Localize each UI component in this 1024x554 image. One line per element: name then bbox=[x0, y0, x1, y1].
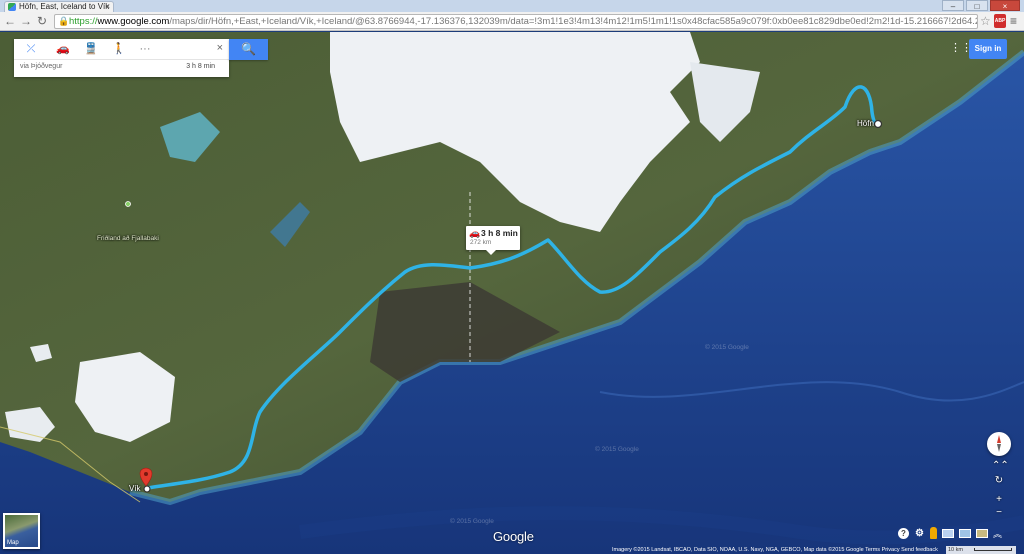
route-icon[interactable]: ⤫ bbox=[20, 42, 42, 57]
more-icon[interactable]: ··· bbox=[134, 42, 156, 57]
route-summary[interactable]: via Þjóðvegur bbox=[20, 63, 62, 70]
window-close-button[interactable]: × bbox=[990, 0, 1020, 11]
google-logo: Google bbox=[493, 529, 534, 544]
tab-title: Höfn, East, Iceland to Vík bbox=[19, 2, 110, 11]
url-host: www.google.com bbox=[97, 16, 170, 27]
vik-label[interactable]: Vík bbox=[129, 484, 141, 493]
adblock-badge-icon[interactable]: ABP bbox=[994, 14, 1006, 28]
expand-icon[interactable]: ︽ bbox=[993, 527, 1002, 540]
tab-bar: Höfn, East, Iceland to Vík × – □ × bbox=[0, 0, 1024, 12]
map-watermark: © 2015 Google bbox=[595, 446, 639, 453]
window-controls: – □ × bbox=[942, 0, 1020, 11]
travel-mode-bar: ⤫ 🚗 🚆 🚶 ··· × bbox=[14, 39, 229, 60]
attribution-text[interactable]: Imagery ©2015 Landsat, IBCAO, Data SIO, … bbox=[612, 546, 938, 554]
route-via: via Þjóðvegur bbox=[20, 63, 63, 70]
tab-close-icon[interactable]: × bbox=[105, 2, 110, 12]
directions-panel: ⤫ 🚗 🚆 🚶 ··· × via Þjóðvegur 3 h 8 min bbox=[14, 39, 229, 77]
settings-icon[interactable]: ⚙ bbox=[914, 528, 925, 539]
walk-icon[interactable]: 🚶 bbox=[108, 42, 130, 57]
browser-toolbar: ← → ↻ 🔒 https://www.google.com/maps/dir/… bbox=[0, 12, 1024, 31]
map-type-toggle[interactable]: Map bbox=[3, 513, 40, 549]
reload-button[interactable]: ↻ bbox=[35, 14, 49, 28]
apps-grid-icon[interactable]: ⋮⋮⋮ bbox=[950, 42, 983, 54]
map-watermark: © 2015 Google bbox=[705, 344, 749, 351]
address-bar[interactable]: 🔒 https://www.google.com/maps/dir/Höfn,+… bbox=[54, 14, 978, 29]
zoom-out-button[interactable]: − bbox=[992, 506, 1006, 520]
pegman-icon[interactable] bbox=[930, 527, 937, 539]
car-icon[interactable]: 🚗 bbox=[52, 42, 74, 57]
minimize-button[interactable]: – bbox=[942, 0, 964, 11]
help-icon[interactable]: ? bbox=[898, 527, 909, 539]
forward-button[interactable]: → bbox=[19, 14, 33, 28]
lock-icon: 🔒 bbox=[58, 16, 70, 26]
browser-menu-icon[interactable]: ≡ bbox=[1010, 14, 1017, 28]
hofn-label[interactable]: Höfn bbox=[857, 119, 874, 128]
maps-favicon-icon bbox=[8, 3, 16, 11]
car-icon: 🚗 bbox=[469, 228, 481, 238]
browser-tab[interactable]: Höfn, East, Iceland to Vík × bbox=[4, 1, 114, 12]
close-directions-icon[interactable]: × bbox=[217, 42, 223, 54]
scale-label: 10 km bbox=[948, 547, 963, 553]
hofn-marker bbox=[873, 119, 883, 129]
route-time: 3 h 8 min bbox=[186, 63, 215, 70]
imagery-thumb[interactable] bbox=[942, 528, 954, 538]
route-duration: 3 h 8 min bbox=[481, 228, 518, 238]
sign-in-button[interactable]: Sign in bbox=[969, 39, 1007, 59]
bookmark-star-icon[interactable]: ☆ bbox=[980, 14, 991, 28]
maximize-button[interactable]: □ bbox=[966, 0, 988, 11]
url-path: /maps/dir/Höfn,+East,+Iceland/Vík,+Icela… bbox=[169, 16, 978, 27]
imagery-thumb[interactable] bbox=[959, 528, 971, 538]
back-button[interactable]: ← bbox=[3, 14, 17, 28]
transit-icon[interactable]: 🚆 bbox=[80, 42, 102, 57]
map-footer: Imagery ©2015 Landsat, IBCAO, Data SIO, … bbox=[0, 546, 1024, 554]
url-scheme: https:// bbox=[69, 16, 98, 27]
satellite-map[interactable]: Höfn Vík Friðland að Fjallabaki 🚗 3 h 8 … bbox=[0, 32, 1024, 554]
compass-icon[interactable] bbox=[987, 432, 1011, 456]
zoom-in-button[interactable]: + bbox=[992, 493, 1006, 507]
map-terrain bbox=[0, 32, 1024, 554]
bottom-controls: ? ⚙ ︽ bbox=[898, 526, 1002, 540]
search-button[interactable]: 🔍 bbox=[229, 39, 268, 60]
route-distance: 272 km bbox=[470, 239, 492, 246]
scale-bar[interactable]: 10 km bbox=[946, 546, 1016, 554]
imagery-thumb[interactable] bbox=[976, 528, 988, 538]
map-watermark: © 2015 Google bbox=[450, 518, 494, 525]
fridland-label[interactable]: Friðland að Fjallabaki bbox=[97, 235, 159, 242]
rotate-icon[interactable]: ↻ bbox=[992, 474, 1006, 488]
route-duration-callout[interactable]: 🚗 3 h 8 min 272 km bbox=[466, 226, 520, 255]
tilt-icon[interactable]: ⌃⌃ bbox=[992, 459, 1009, 473]
